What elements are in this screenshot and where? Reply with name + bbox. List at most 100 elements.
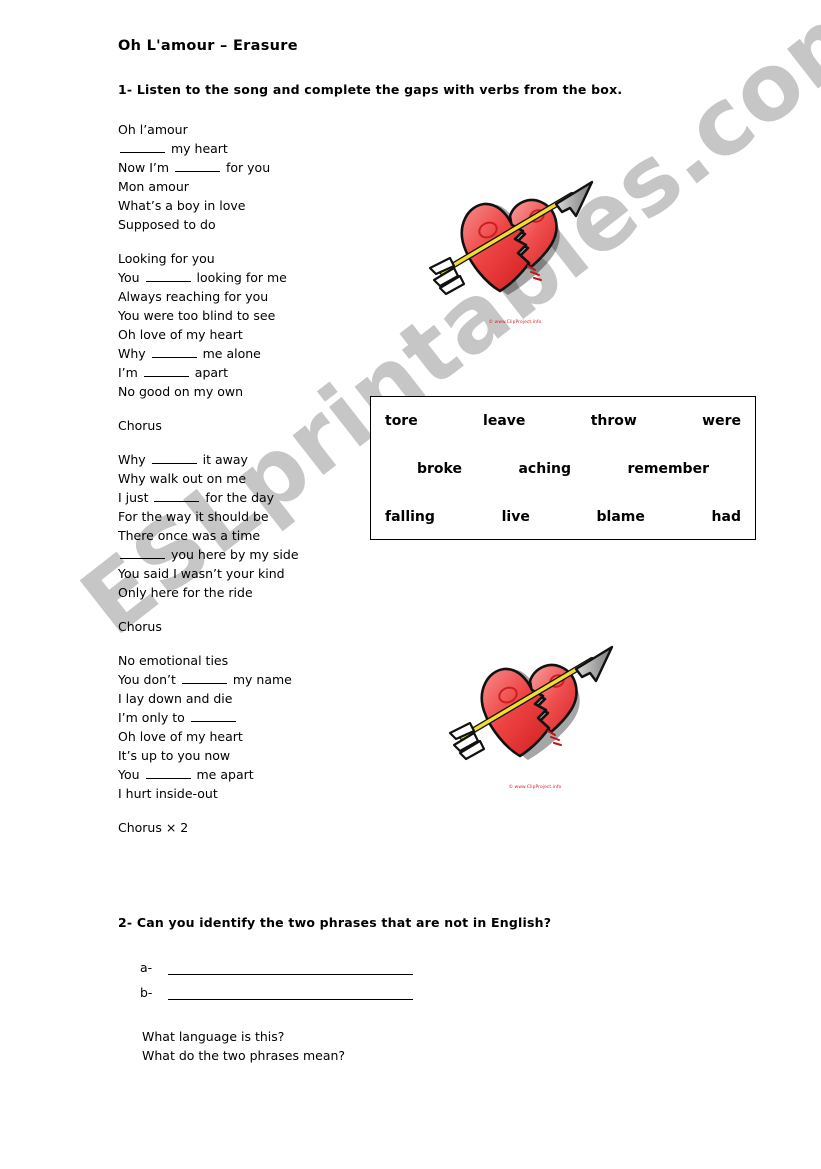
lyric-line: No emotional ties [118, 651, 378, 670]
lyric-line: Always reaching for you [118, 287, 378, 306]
exercise-2-answer-lines: a-b- [140, 950, 413, 1000]
lyric-text: I just [118, 490, 153, 505]
lyric-line: I hurt inside-out [118, 784, 378, 803]
lyrics-stanza: Looking for you You looking for me Always … [118, 249, 378, 401]
lyric-line: You said I wasn’t your kind [118, 564, 378, 583]
lyric-line: Mon amour [118, 177, 378, 196]
lyric-text: my heart [167, 141, 228, 156]
lyric-text: No good on my own [118, 384, 243, 399]
gap-fill-blank[interactable] [145, 766, 191, 779]
lyric-line: For the way it should be [118, 507, 378, 526]
lyric-text: Oh love of my heart [118, 729, 243, 744]
gap-fill-blank[interactable] [145, 269, 191, 282]
word-box-word[interactable]: broke [417, 461, 462, 477]
lyric-text: for you [222, 160, 271, 175]
lyric-text: it away [198, 452, 248, 467]
lyric-text: you here by my side [167, 547, 299, 562]
followup-question: What do the two phrases mean? [142, 1048, 346, 1063]
word-box-word[interactable]: tore [385, 413, 418, 429]
lyric-text: Looking for you [118, 251, 215, 266]
lyric-line: Oh love of my heart [118, 325, 378, 344]
lyric-text: my name [228, 672, 292, 687]
answer-write-line[interactable] [168, 958, 413, 975]
answer-write-line[interactable] [168, 983, 413, 1000]
gap-fill-blank[interactable] [143, 364, 189, 377]
lyric-line: Oh l’amour [118, 120, 378, 139]
lyrics-stanza: Oh l’amour my heart Now I’m for you Mon am… [118, 120, 378, 234]
word-box-word[interactable]: leave [483, 413, 525, 429]
lyrics-stanza: No emotional ties You don’t my name I lay … [118, 651, 378, 803]
lyric-line: my heart [118, 139, 378, 158]
gap-fill-blank[interactable] [120, 140, 165, 153]
lyric-text: Only here for the ride [118, 585, 253, 600]
broken-heart-icon [428, 180, 594, 296]
lyric-text: No emotional ties [118, 653, 229, 668]
lyric-line: Chorus × 2 [118, 818, 378, 837]
lyric-line: Supposed to do [118, 215, 378, 234]
lyric-text: You [118, 270, 144, 285]
gap-fill-blank[interactable] [181, 671, 227, 684]
gap-fill-blank[interactable] [175, 159, 221, 172]
lyric-text: I’m [118, 365, 142, 380]
word-box-word[interactable]: remember [627, 461, 709, 477]
lyric-text: Why walk out on me [118, 471, 247, 486]
word-box-word[interactable]: had [712, 509, 741, 525]
lyric-line: Looking for you [118, 249, 378, 268]
word-box-word[interactable]: were [702, 413, 741, 429]
word-box-word[interactable]: blame [597, 509, 645, 525]
answer-row: b- [140, 975, 413, 1000]
lyric-line: I lay down and die [118, 689, 378, 708]
lyrics-stanza: Chorus [118, 617, 378, 636]
lyric-text: You were too blind to see [118, 308, 276, 323]
answer-row: a- [140, 950, 413, 975]
lyric-text: me apart [192, 767, 254, 782]
lyric-text: me alone [198, 346, 261, 361]
lyric-line: Why it away [118, 450, 378, 469]
lyric-line: You looking for me [118, 268, 378, 287]
lyric-line: Oh love of my heart [118, 727, 378, 746]
lyric-line: you here by my side [118, 545, 378, 564]
page-title: Oh L'amour – Erasure [118, 38, 298, 54]
lyric-text: You said I wasn’t your kind [118, 566, 285, 581]
lyric-line: Chorus [118, 617, 378, 636]
song-lyrics: Oh l’amour my heart Now I’m for you Mon am… [118, 120, 378, 837]
lyric-text: for the day [201, 490, 275, 505]
verb-word-box: tore leave throw were broke aching remember fal… [370, 396, 756, 540]
word-box-word[interactable]: throw [591, 413, 637, 429]
lyric-line: Only here for the ride [118, 583, 378, 602]
lyrics-stanza: Why it away Why walk out on me I just for … [118, 450, 378, 602]
lyric-text: apart [190, 365, 229, 380]
lyric-line: You were too blind to see [118, 306, 378, 325]
broken-heart-arrow-image-top: © www.ClipProject.info [424, 168, 606, 343]
gap-fill-blank[interactable] [154, 489, 200, 502]
lyric-text: There once was a time [118, 528, 261, 543]
lyric-line: What’s a boy in love [118, 196, 378, 215]
lyric-line: I’m only to [118, 708, 378, 727]
lyric-text: I hurt inside-out [118, 786, 218, 801]
word-box-word[interactable]: live [502, 509, 530, 525]
gap-fill-blank[interactable] [151, 345, 197, 358]
lyric-text: It’s up to you now [118, 748, 231, 763]
lyric-text: Mon amour [118, 179, 189, 194]
lyric-text: For the way it should be [118, 509, 269, 524]
lyric-text: Oh l’amour [118, 122, 188, 137]
answer-label: a- [140, 960, 153, 975]
lyric-text: Now I’m [118, 160, 174, 175]
gap-fill-blank[interactable] [120, 546, 165, 559]
gap-fill-blank[interactable] [151, 451, 197, 464]
lyric-line: You don’t my name [118, 670, 378, 689]
lyric-line: Why walk out on me [118, 469, 378, 488]
lyric-text: You don’t [118, 672, 180, 687]
word-box-word[interactable]: aching [518, 461, 571, 477]
word-box-row: falling live blame had [371, 493, 755, 541]
gap-fill-blank[interactable] [190, 709, 236, 722]
word-box-row: broke aching remember [371, 445, 755, 493]
lyric-text: Why [118, 452, 150, 467]
broken-heart-icon [448, 645, 614, 761]
lyric-line: I just for the day [118, 488, 378, 507]
lyric-line: It’s up to you now [118, 746, 378, 765]
lyric-line: There once was a time [118, 526, 378, 545]
word-box-word[interactable]: falling [385, 509, 435, 525]
lyric-text: Oh love of my heart [118, 327, 243, 342]
worksheet-page: ESLprintables.com Oh L'amour – Erasure 1… [0, 0, 821, 1169]
